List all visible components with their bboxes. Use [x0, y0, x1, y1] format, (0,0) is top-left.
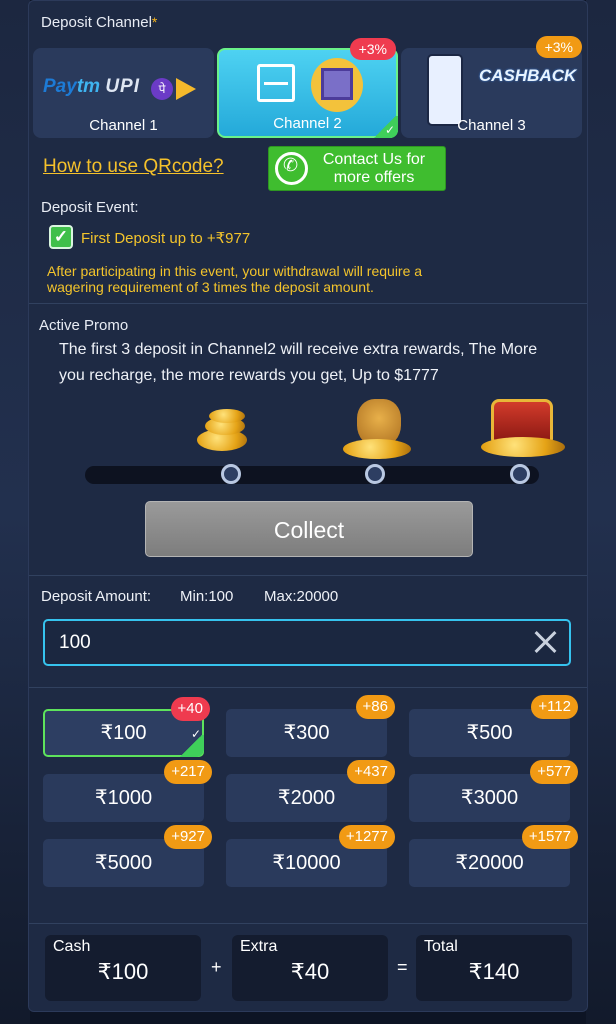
amount-option-20000[interactable]: ₹20000 +1577	[409, 825, 578, 887]
progress-step-1	[221, 464, 241, 484]
how-to-use-qrcode-link[interactable]: How to use QRcode?	[43, 156, 224, 178]
bonus-badge: +217	[164, 760, 212, 784]
deposit-channel-label: Deposit Channel	[41, 14, 152, 31]
deposit-channel-title: Deposit Channel*	[41, 14, 157, 31]
amount-option-3000[interactable]: ₹3000 +577	[409, 760, 578, 822]
amount-option-300[interactable]: ₹300 +86	[226, 695, 395, 757]
cash-box: Cash ₹100	[45, 935, 201, 1001]
deposit-event-title: Deposit Event:	[41, 199, 139, 216]
bonus-badge: +112	[531, 695, 578, 719]
channel-2-label: Channel 2	[273, 115, 342, 132]
amount-option-5000[interactable]: ₹5000 +927	[43, 825, 212, 887]
amount-option-10000[interactable]: ₹10000 +1277	[226, 825, 395, 887]
background-right	[586, 0, 616, 1024]
deposit-amount-input[interactable]: 100	[43, 619, 571, 666]
active-promo-title: Active Promo	[39, 317, 129, 334]
amount-option-label: ₹5000	[94, 852, 153, 874]
bonus-badge: +86	[355, 695, 395, 719]
min-amount: Min:100	[180, 588, 234, 605]
channel-3-bonus-badge: +3%	[535, 36, 582, 58]
clear-input-icon[interactable]	[531, 628, 559, 656]
promo-text-line-1: The first 3 deposit in Channel2 will rec…	[59, 341, 538, 358]
selected-check-icon: ✓	[372, 116, 398, 138]
channel-2-bonus-badge: +3%	[349, 38, 396, 60]
deposit-amount-value: 100	[59, 632, 91, 653]
total-value: ₹140	[468, 959, 520, 984]
amount-option-100[interactable]: ₹100 +40 ✓	[43, 697, 210, 757]
qr-scan-icon	[257, 64, 295, 102]
background-left	[0, 0, 30, 1024]
cashback-logo: CASHBACK	[479, 66, 577, 85]
amount-option-label: ₹100	[100, 722, 147, 744]
extra-value: ₹40	[290, 959, 330, 984]
divider	[29, 303, 587, 304]
contact-line-1: Contact Us for	[322, 151, 426, 168]
amount-option-label: ₹20000	[455, 852, 524, 874]
contact-us-button[interactable]: Contact Us for more offers	[268, 146, 446, 191]
divider	[29, 687, 587, 688]
bonus-badge: +577	[530, 760, 578, 784]
whatsapp-icon	[275, 152, 308, 185]
bonus-badge: +437	[347, 760, 395, 784]
qr-code-icon	[311, 58, 363, 112]
divider	[29, 923, 587, 924]
amount-option-label: ₹3000	[460, 787, 519, 809]
first-deposit-option-label: First Deposit up to +₹977	[81, 230, 251, 247]
extra-label: Extra	[240, 938, 278, 955]
bonus-badge: +1577	[521, 825, 578, 849]
channel-1-card[interactable]: Paytm UPI पे Channel 1	[33, 48, 214, 138]
event-note-line-1: After participating in this event, your …	[47, 263, 423, 279]
amount-option-label: ₹2000	[277, 787, 336, 809]
phone-app-icon	[427, 54, 463, 126]
bonus-badge: +1277	[338, 825, 395, 849]
required-star: *	[151, 14, 158, 30]
deposit-amount-label: Deposit Amount:	[41, 588, 152, 605]
extra-box: Extra ₹40	[232, 935, 388, 1001]
first-deposit-checkbox[interactable]: ✓	[49, 225, 73, 249]
cash-value: ₹100	[97, 959, 149, 984]
divider	[29, 575, 587, 576]
progress-step-3	[510, 464, 530, 484]
deposit-panel: Deposit Channel* Paytm UPI पे Channel 1 …	[28, 0, 588, 1012]
channel-3-card[interactable]: CASHBACK Channel 3 +3%	[401, 36, 582, 138]
max-amount: Max:20000	[264, 588, 339, 605]
selected-check-icon: ✓	[178, 727, 204, 757]
progress-step-2	[365, 464, 385, 484]
amount-option-label: ₹300	[283, 722, 330, 744]
amount-option-1000[interactable]: ₹1000 +217	[43, 760, 212, 822]
channel-1-label: Channel 1	[89, 117, 158, 134]
collect-button[interactable]: Collect	[145, 501, 473, 557]
amount-option-label: ₹10000	[272, 852, 341, 874]
bonus-badge: +927	[164, 825, 212, 849]
amount-option-2000[interactable]: ₹2000 +437	[226, 760, 395, 822]
contact-line-2: more offers	[333, 169, 415, 186]
channel-3-label: Channel 3	[457, 117, 526, 134]
total-label: Total	[424, 938, 458, 955]
promo-text-line-2: you recharge, the more rewards you get, …	[59, 367, 439, 384]
total-box: Total ₹140	[416, 935, 572, 1001]
phonepe-icon: पे	[151, 78, 173, 100]
promo-progress-track	[85, 466, 539, 484]
amount-option-label: ₹500	[466, 722, 513, 744]
google-pay-icon	[176, 78, 196, 100]
amount-option-500[interactable]: ₹500 +112	[409, 695, 578, 757]
event-note-line-2: wagering requirement of 3 times the depo…	[47, 279, 374, 295]
plus-sign: +	[211, 957, 222, 977]
amount-option-label: ₹1000	[94, 787, 153, 809]
equals-sign: =	[397, 957, 408, 977]
paytm-upi-logo: Paytm UPI	[43, 76, 141, 97]
cash-label: Cash	[53, 938, 91, 955]
channel-2-card[interactable]: Channel 2 +3% ✓	[217, 38, 398, 138]
